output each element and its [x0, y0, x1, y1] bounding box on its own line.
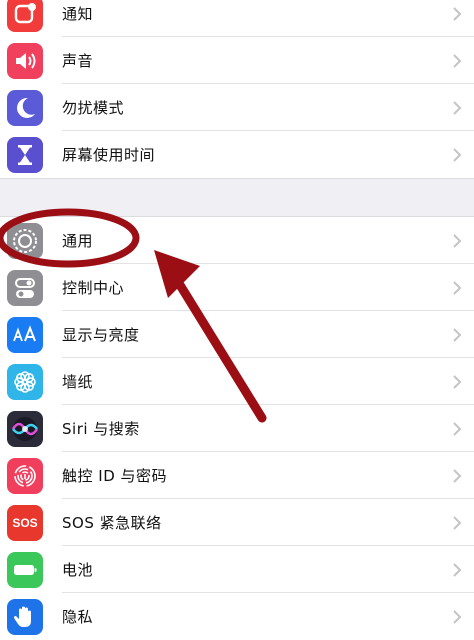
text-size-icon — [7, 316, 43, 353]
settings-row-label: 电池 — [62, 561, 94, 579]
settings-row-general[interactable]: 通用 — [0, 217, 474, 264]
chevron-right-icon — [453, 515, 462, 530]
settings-row-siri-search[interactable]: Siri 与搜索 — [0, 405, 474, 452]
settings-row-touch-id-passcode[interactable]: 触控 ID 与密码 — [0, 452, 474, 499]
chevron-right-icon — [453, 100, 462, 115]
hand-icon — [7, 598, 43, 635]
flower-icon — [7, 363, 43, 400]
settings-row-label: 控制中心 — [62, 279, 125, 297]
chevron-right-icon — [453, 233, 462, 248]
settings-row-screen-time[interactable]: 屏幕使用时间 — [0, 131, 474, 178]
siri-icon — [7, 410, 43, 447]
settings-row-sounds[interactable]: 声音 — [0, 37, 474, 84]
chevron-right-icon — [453, 421, 462, 436]
settings-row-control-center[interactable]: 控制中心 — [0, 264, 474, 311]
chevron-right-icon — [453, 147, 462, 162]
settings-row-battery[interactable]: 电池 — [0, 546, 474, 593]
settings-row-emergency-sos[interactable]: SOS SOS 紧急联络 — [0, 499, 474, 546]
sos-icon-text: SOS — [12, 515, 38, 530]
settings-row-label: SOS 紧急联络 — [62, 514, 162, 532]
moon-icon — [7, 89, 43, 126]
battery-icon — [7, 551, 43, 588]
settings-group-2: 通用 控制中心 显示与亮度 墙纸 Siri 与搜索 触控 ID 与密码 SOS … — [0, 217, 474, 640]
settings-row-label: Siri 与搜索 — [62, 420, 140, 438]
settings-row-label: 通知 — [62, 5, 94, 23]
settings-row-notifications[interactable]: 通知 — [0, 0, 474, 37]
chevron-right-icon — [453, 468, 462, 483]
settings-row-label: 触控 ID 与密码 — [62, 467, 168, 485]
settings-row-privacy[interactable]: 隐私 — [0, 593, 474, 640]
speaker-icon — [7, 42, 43, 79]
settings-row-wallpaper[interactable]: 墙纸 — [0, 358, 474, 405]
gear-icon — [7, 222, 43, 259]
settings-row-label: 隐私 — [62, 608, 94, 626]
settings-group-1: 通知 声音 勿扰模式 屏幕使用时间 — [0, 0, 474, 178]
chevron-right-icon — [453, 327, 462, 342]
settings-row-do-not-disturb[interactable]: 勿扰模式 — [0, 84, 474, 131]
settings-row-label: 通用 — [62, 232, 94, 250]
settings-row-label: 墙纸 — [62, 373, 94, 391]
chevron-right-icon — [453, 374, 462, 389]
section-gap — [0, 178, 474, 217]
chevron-right-icon — [453, 53, 462, 68]
settings-row-label: 屏幕使用时间 — [62, 146, 156, 164]
hourglass-icon — [7, 136, 43, 173]
sos-icon: SOS — [7, 504, 43, 541]
chevron-right-icon — [453, 562, 462, 577]
settings-list: 通知 声音 勿扰模式 屏幕使用时间 通用 控制中心 显示与亮度 墙纸 Siri … — [0, 0, 474, 640]
settings-row-display-brightness[interactable]: 显示与亮度 — [0, 311, 474, 358]
chevron-right-icon — [453, 280, 462, 295]
settings-row-label: 声音 — [62, 52, 94, 70]
fingerprint-icon — [7, 457, 43, 494]
settings-row-label: 勿扰模式 — [62, 99, 125, 117]
settings-row-label: 显示与亮度 — [62, 326, 140, 344]
chevron-right-icon — [453, 609, 462, 624]
chevron-right-icon — [453, 6, 462, 21]
toggles-icon — [7, 269, 43, 306]
notifications-icon — [7, 0, 43, 32]
